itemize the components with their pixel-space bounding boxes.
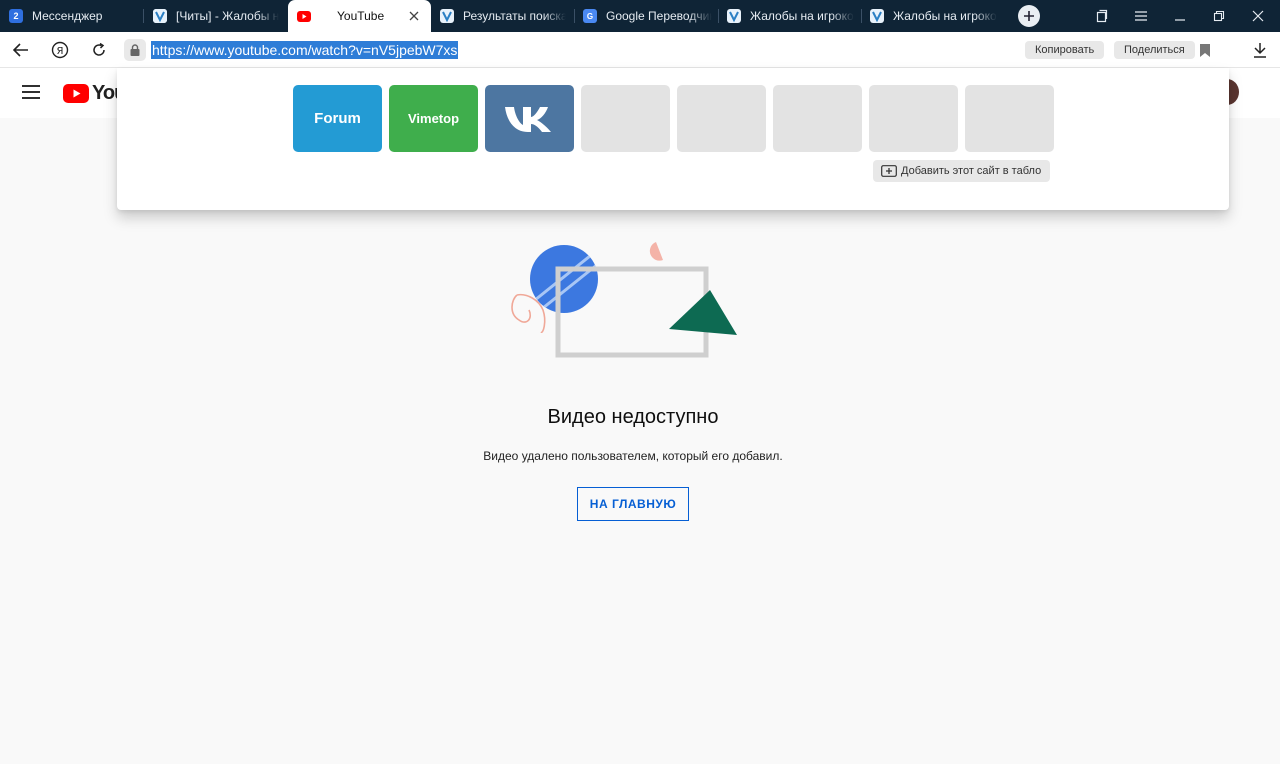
- download-icon: [1254, 43, 1266, 58]
- tab-title: Google Переводчик: [606, 9, 712, 23]
- minimize-icon: [1175, 19, 1185, 21]
- close-tab-icon[interactable]: [406, 8, 422, 24]
- share-button[interactable]: Поделиться: [1114, 41, 1195, 59]
- tab-cheats-complaints[interactable]: [Читы] - Жалобы на: [144, 0, 287, 32]
- vimetop-forum-icon: [870, 9, 884, 23]
- tableau-tile-empty[interactable]: [677, 85, 766, 152]
- close-icon: [1252, 10, 1264, 22]
- hamburger-icon-line: [22, 85, 40, 87]
- google-translate-icon: G: [583, 9, 597, 23]
- messenger-icon: 2: [9, 9, 23, 23]
- tab-title: Жалобы на игроков: [893, 9, 997, 23]
- bookmark-button[interactable]: [1197, 41, 1213, 59]
- reload-icon: [93, 42, 105, 56]
- tab-title: Мессенджер: [32, 9, 103, 23]
- menu-icon: [1135, 11, 1147, 21]
- downloads-button[interactable]: [1248, 38, 1272, 62]
- tab-google-translate[interactable]: G Google Переводчик: [575, 0, 718, 32]
- restore-button[interactable]: [1207, 4, 1231, 28]
- add-tile-icon: [881, 165, 897, 177]
- tab-player-complaints-2[interactable]: Жалобы на игроков: [862, 0, 1004, 32]
- site-security-button[interactable]: [124, 39, 146, 61]
- back-button[interactable]: [9, 38, 33, 62]
- copy-url-button[interactable]: Копировать: [1025, 41, 1105, 59]
- tableau-tile-empty[interactable]: [581, 85, 670, 152]
- youtube-icon: [297, 9, 311, 23]
- tab-player-complaints[interactable]: Жалобы на игроков: [719, 0, 861, 32]
- hamburger-icon-line: [22, 97, 40, 99]
- vk-icon: [504, 106, 551, 132]
- yandex-icon: Я: [51, 41, 69, 59]
- minimize-button[interactable]: [1168, 4, 1192, 28]
- blue-circle-shape: [530, 245, 598, 313]
- tab-search-results[interactable]: Результаты поиска: [431, 0, 574, 32]
- menu-button[interactable]: [1129, 4, 1153, 28]
- collections-button[interactable]: [1090, 4, 1114, 28]
- tile-label: Vimetop: [407, 111, 460, 126]
- home-button[interactable]: НА ГЛАВНУЮ: [577, 487, 689, 521]
- green-triangle-shape: [669, 290, 737, 335]
- error-description: Видео удалено пользователем, который его…: [483, 449, 783, 463]
- back-arrow-icon: [13, 43, 28, 57]
- guide-menu-button[interactable]: [22, 82, 42, 102]
- tab-strip: 2 Мессенджер [Читы] - Жалобы на YouTube …: [0, 0, 1280, 32]
- vimetop-forum-icon: [440, 9, 454, 23]
- vimetop-forum-icon: [727, 9, 741, 23]
- tab-title: Результаты поиска: [463, 9, 566, 23]
- tab-title: Жалобы на игроков: [750, 9, 854, 23]
- plus-icon: [1024, 11, 1034, 21]
- tableau-tile-forum[interactable]: Forum: [293, 85, 382, 152]
- youtube-logo-icon: [63, 84, 89, 103]
- tab-title: [Читы] - Жалобы на: [176, 9, 279, 23]
- collections-icon: [1096, 9, 1108, 23]
- hamburger-icon-line: [22, 91, 40, 93]
- tab-messenger[interactable]: 2 Мессенджер: [0, 0, 140, 32]
- tableau-tile-empty[interactable]: [773, 85, 862, 152]
- pink-half-circle-shape: [649, 242, 663, 261]
- tableau-tile-empty[interactable]: [869, 85, 958, 152]
- new-tab-button[interactable]: [1018, 5, 1040, 27]
- restore-icon: [1213, 10, 1225, 22]
- close-window-button[interactable]: [1246, 4, 1270, 28]
- tab-youtube[interactable]: YouTube: [288, 0, 431, 32]
- unavailable-illustration: [511, 242, 737, 358]
- tile-label: Forum: [314, 110, 361, 127]
- address-bar-url[interactable]: https://www.youtube.com/watch?v=nV5jpebW…: [151, 41, 459, 59]
- lock-icon: [130, 44, 140, 56]
- tableau-tile-vimetop[interactable]: Vimetop: [389, 85, 478, 152]
- yandex-button[interactable]: Я: [48, 38, 72, 62]
- tab-title: YouTube: [337, 9, 385, 23]
- error-title: Видео недоступно: [547, 406, 719, 428]
- tableau-dropdown: Forum Vimetop Добавить этот сайт в табло: [117, 68, 1229, 210]
- add-site-label: Добавить этот сайт в табло: [901, 165, 1042, 177]
- reload-button[interactable]: [87, 38, 111, 62]
- add-site-to-tableau-button[interactable]: Добавить этот сайт в табло: [873, 160, 1051, 182]
- svg-text:Я: Я: [57, 46, 64, 57]
- tableau-tile-vk[interactable]: [485, 85, 574, 152]
- bookmark-icon: [1200, 43, 1210, 57]
- vimetop-forum-icon: [153, 9, 167, 23]
- tableau-tile-empty[interactable]: [965, 85, 1054, 152]
